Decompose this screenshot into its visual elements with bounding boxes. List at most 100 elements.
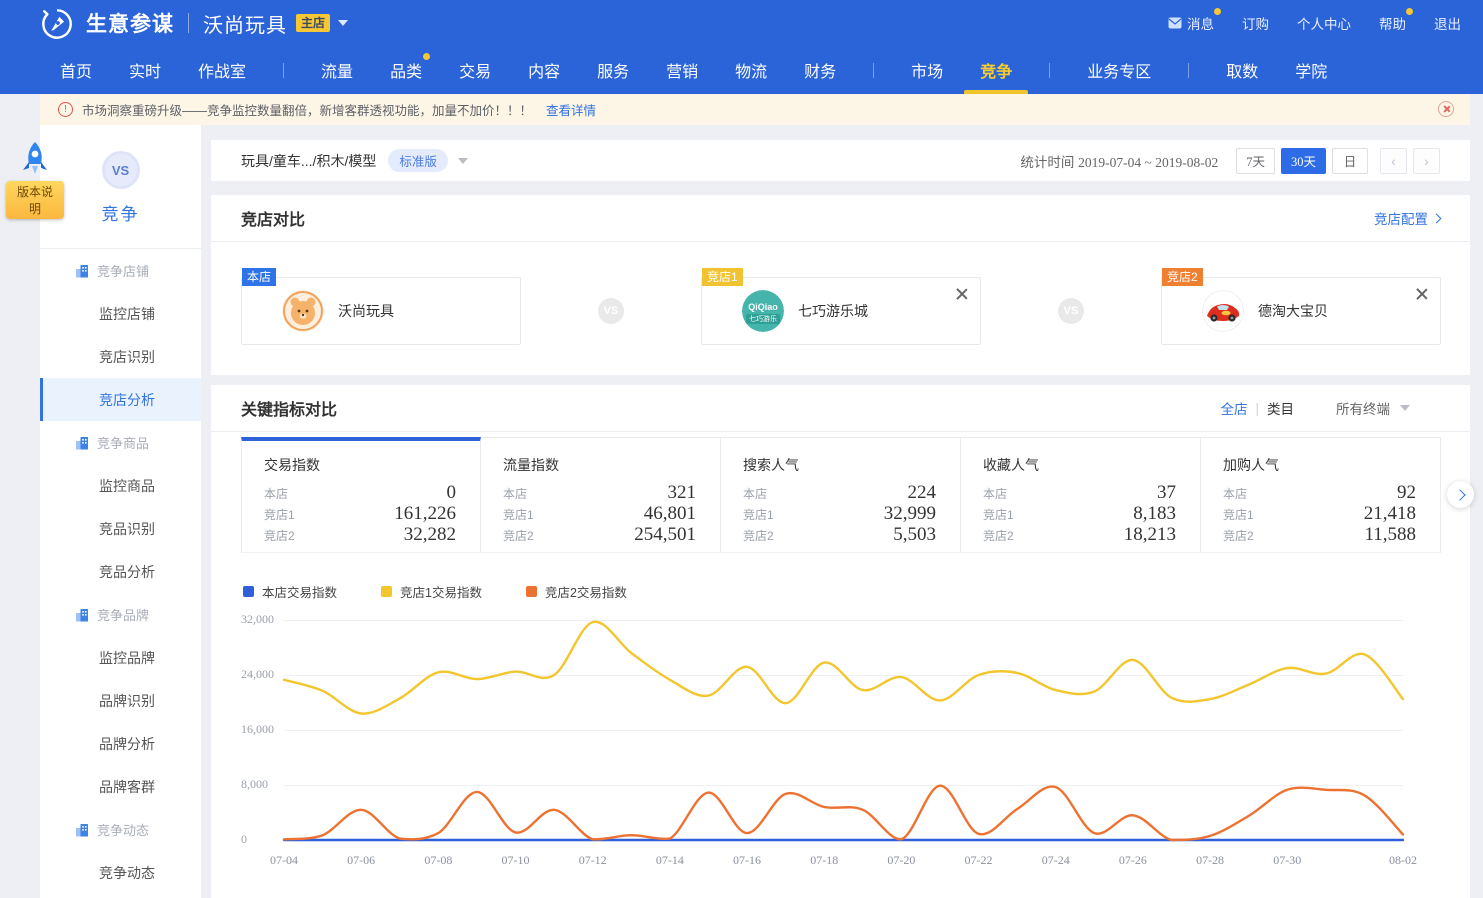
scope-category[interactable]: 类目 <box>1267 398 1294 418</box>
nav-item-首页[interactable]: 首页 <box>60 46 92 94</box>
shop-card-name: 七巧游乐城 <box>798 301 868 321</box>
shop-compare-panel: 竞店对比 竞店配置 本店沃尚玩具竞店1QiQiao七巧游乐七巧游乐城竞店2德淘大… <box>211 195 1470 375</box>
version-tip-label[interactable]: 版本说明 <box>6 181 64 219</box>
metric-row-label: 竞店2 <box>503 527 534 544</box>
toolbar-band: 玩具/童车.../积木/模型 标准版 统计时间 2019-07-04 ~ 201… <box>211 140 1470 181</box>
nav-item-作战室[interactable]: 作战室 <box>198 46 246 94</box>
metric-tab-name: 流量指数 <box>503 455 696 475</box>
metric-tab-加购人气[interactable]: 加购人气本店92竞店121,418竞店211,588 <box>1201 437 1441 553</box>
sidebar-item-品牌客群[interactable]: 品牌客群 <box>40 765 201 808</box>
nav-item-市场[interactable]: 市场 <box>911 46 943 94</box>
notification-dot <box>1406 8 1413 15</box>
close-icon[interactable] <box>1414 286 1430 302</box>
date-range: 2019-07-04 ~ 2019-08-02 <box>1078 155 1218 170</box>
metric-tab-流量指数[interactable]: 流量指数本店321竞店146,801竞店2254,501 <box>481 437 721 553</box>
metric-row: 竞店18,183 <box>983 503 1176 524</box>
notice-close-icon[interactable] <box>1438 101 1454 117</box>
nav-item-竞争[interactable]: 竞争 <box>980 46 1012 94</box>
metric-tab-搜索人气[interactable]: 搜索人气本店224竞店132,999竞店25,503 <box>721 437 961 553</box>
nav-item-财务[interactable]: 财务 <box>804 46 836 94</box>
nav-item-营销[interactable]: 营销 <box>666 46 698 94</box>
metrics-next-button[interactable] <box>1447 481 1474 508</box>
next-page-button[interactable]: › <box>1413 148 1440 174</box>
sidebar-group-label: 竞争品牌 <box>97 605 149 624</box>
notice-detail-link[interactable]: 查看详情 <box>546 100 596 119</box>
sidebar-item-竞争动态[interactable]: 竞争动态 <box>40 851 201 894</box>
sidebar-item-竞品识别[interactable]: 竞品识别 <box>40 507 201 550</box>
range-button-日[interactable]: 日 <box>1332 148 1368 174</box>
version-tag: 标准版 <box>388 149 448 172</box>
legend-item-竞店2交易指数[interactable]: 竞店2交易指数 <box>526 582 627 601</box>
scope-all-shop[interactable]: 全店 <box>1220 398 1247 418</box>
user-link-退出[interactable]: 退出 <box>1434 13 1461 33</box>
shop-avatar <box>1202 290 1244 332</box>
metric-row: 本店37 <box>983 482 1176 503</box>
metric-tab-name: 收藏人气 <box>983 455 1176 475</box>
chevron-down-icon[interactable] <box>458 158 468 164</box>
key-metrics-panel: 关键指标对比 全店 | 类目 所有终端 交易指数本店0竞店1161,226竞店2… <box>211 385 1470 898</box>
nav-item-业务专区[interactable]: 业务专区 <box>1087 46 1151 94</box>
nav-item-label: 服务 <box>597 58 629 82</box>
user-link-个人中心[interactable]: 个人中心 <box>1297 13 1351 33</box>
nav-item-内容[interactable]: 内容 <box>528 46 560 94</box>
legend-item-本店交易指数[interactable]: 本店交易指数 <box>243 582 337 601</box>
nav-item-实时[interactable]: 实时 <box>129 46 161 94</box>
user-link-label: 个人中心 <box>1297 13 1351 33</box>
sidebar-item-监控店铺[interactable]: 监控店铺 <box>40 292 201 335</box>
chevron-down-icon <box>1400 405 1410 411</box>
shop-switcher-caret-icon[interactable] <box>338 20 348 26</box>
shop-compare-title: 竞店对比 <box>241 206 305 230</box>
user-link-订购[interactable]: 订购 <box>1242 13 1269 33</box>
shop-card-竞店1: 竞店1QiQiao七巧游乐七巧游乐城 <box>701 277 981 345</box>
top-header: 生意参谋 沃尚玩具 主店 消息订购个人中心帮助退出 首页实时作战室流量品类交易内… <box>0 0 1483 94</box>
user-link-消息[interactable]: 消息 <box>1168 13 1214 33</box>
line-series-竞店1交易指数 <box>284 622 1403 714</box>
close-icon[interactable] <box>954 286 970 302</box>
sidebar-item-品牌识别[interactable]: 品牌识别 <box>40 679 201 722</box>
sidebar-item-监控商品[interactable]: 监控商品 <box>40 464 201 507</box>
nav-item-取数[interactable]: 取数 <box>1226 46 1258 94</box>
sidebar-item-品牌分析[interactable]: 品牌分析 <box>40 722 201 765</box>
category-selector[interactable]: 玩具/童车.../积木/模型 标准版 <box>241 149 468 172</box>
user-link-帮助[interactable]: 帮助 <box>1379 13 1406 33</box>
range-button-30天[interactable]: 30天 <box>1281 148 1326 174</box>
prev-page-button[interactable]: ‹ <box>1380 148 1407 174</box>
nav-item-学院[interactable]: 学院 <box>1295 46 1327 94</box>
x-axis-label: 07-26 <box>1107 853 1159 868</box>
nav-item-流量[interactable]: 流量 <box>321 46 353 94</box>
nav-item-服务[interactable]: 服务 <box>597 46 629 94</box>
range-button-7天[interactable]: 7天 <box>1236 148 1275 174</box>
sidebar-item-label: 品牌客群 <box>99 777 155 797</box>
user-link-label: 消息 <box>1187 13 1214 33</box>
metric-tab-交易指数[interactable]: 交易指数本店0竞店1161,226竞店232,282 <box>241 437 481 553</box>
metric-value: 32,282 <box>404 524 456 546</box>
metric-value: 0 <box>447 482 457 504</box>
nav-item-物流[interactable]: 物流 <box>735 46 767 94</box>
nav-item-label: 财务 <box>804 58 836 82</box>
shop-config-link-label: 竞店配置 <box>1374 208 1428 228</box>
sidebar-item-竞店识别[interactable]: 竞店识别 <box>40 335 201 378</box>
metric-tab-收藏人气[interactable]: 收藏人气本店37竞店18,183竞店218,213 <box>961 437 1201 553</box>
metric-row: 竞店232,282 <box>264 524 456 545</box>
metric-value: 254,501 <box>634 524 696 546</box>
time-controls: 统计时间 2019-07-04 ~ 2019-08-02 7天30天日 ‹ › <box>1020 148 1440 174</box>
user-link-label: 帮助 <box>1379 13 1406 33</box>
shop-config-link[interactable]: 竞店配置 <box>1374 208 1440 228</box>
nav-item-品类[interactable]: 品类 <box>390 46 422 94</box>
key-metrics-header: 关键指标对比 全店 | 类目 所有终端 <box>211 385 1470 432</box>
sidebar-item-竞品分析[interactable]: 竞品分析 <box>40 550 201 593</box>
sidebar-item-监控品牌[interactable]: 监控品牌 <box>40 636 201 679</box>
metric-tab-name: 交易指数 <box>264 455 456 475</box>
terminal-filter[interactable]: 所有终端 <box>1336 398 1410 418</box>
x-axis-label: 07-12 <box>567 853 619 868</box>
chevron-right-icon <box>1454 489 1465 500</box>
nav-divider <box>1049 63 1050 78</box>
version-float[interactable]: 版本说明 <box>6 140 64 219</box>
legend-item-竞店1交易指数[interactable]: 竞店1交易指数 <box>381 582 482 601</box>
sidebar-item-label: 竞店分析 <box>99 390 155 410</box>
chart-legend: 本店交易指数 竞店1交易指数 竞店2交易指数 <box>243 582 627 601</box>
sidebar-item-竞店分析[interactable]: 竞店分析 <box>40 378 201 421</box>
nav-item-交易[interactable]: 交易 <box>459 46 491 94</box>
range-buttons: 7天30天日 <box>1236 148 1368 174</box>
x-axis-label: 07-30 <box>1261 853 1313 868</box>
